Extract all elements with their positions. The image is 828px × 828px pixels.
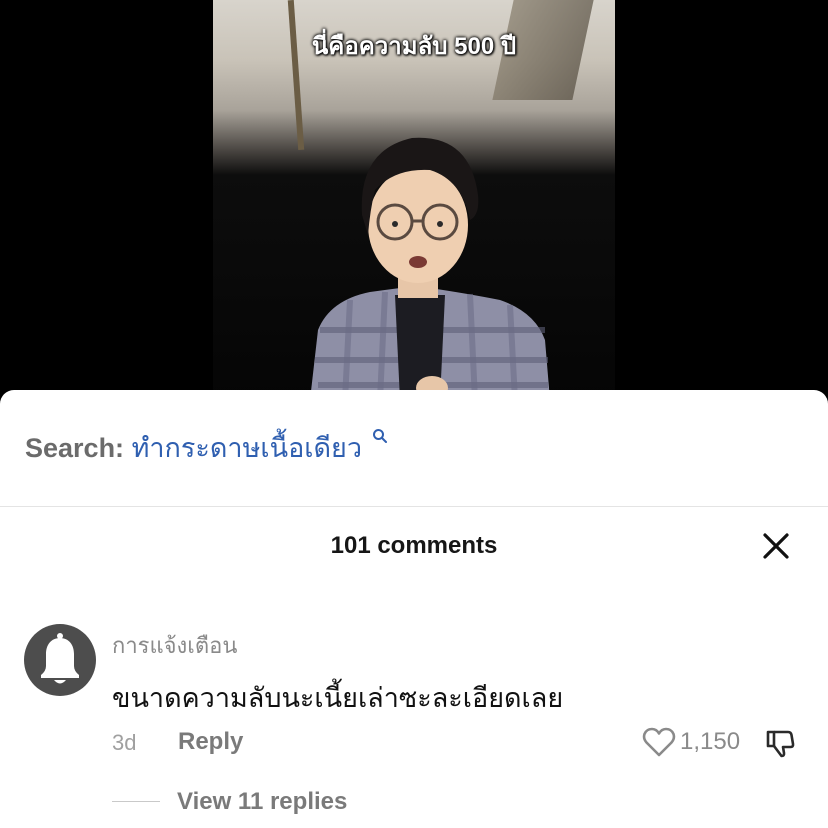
avatar[interactable]	[24, 624, 96, 696]
comments-count-title: 101 comments	[330, 532, 498, 559]
thumbs-down-icon[interactable]	[764, 727, 796, 759]
replies-divider-line	[112, 801, 160, 802]
like-count: 1,150	[680, 728, 741, 755]
video-player[interactable]: นี่คือความลับ 500 ปี	[0, 0, 828, 400]
view-replies-button[interactable]: View 11 replies	[177, 788, 347, 816]
search-label: Search:	[25, 433, 125, 463]
app-screen: นี่คือความลับ 500 ปี Search: ทำกระดาษเนื…	[0, 0, 828, 828]
video-caption: นี่คือความลับ 500 ปี	[311, 33, 517, 60]
comment-timestamp: 3d	[112, 730, 137, 755]
like-button[interactable]: 1,150	[642, 726, 740, 758]
divider	[0, 506, 828, 507]
related-search[interactable]: Search: ทำกระดาษเนื้อเดียว	[25, 426, 388, 469]
close-icon[interactable]	[760, 530, 792, 562]
comments-sheet: Search: ทำกระดาษเนื้อเดียว 101 comments …	[0, 390, 828, 828]
search-query-link[interactable]: ทำกระดาษเนื้อเดียว	[132, 433, 362, 463]
bell-icon	[41, 633, 79, 684]
search-icon[interactable]	[372, 428, 388, 444]
comment-username[interactable]: การแจ้งเตือน	[112, 628, 237, 663]
heart-icon	[642, 727, 676, 757]
reply-button[interactable]: Reply	[178, 728, 243, 756]
comment-text: ขนาดความลับนะเนี้ยเล่าซะละเอียดเลย	[112, 683, 564, 713]
